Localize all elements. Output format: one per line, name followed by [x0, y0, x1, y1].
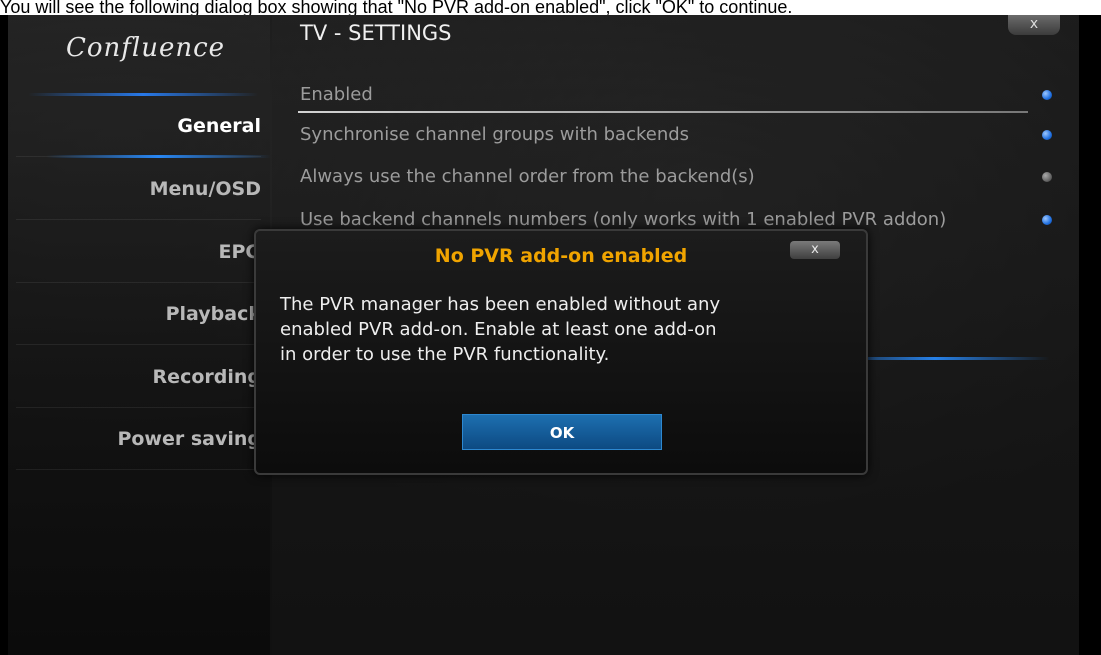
confluence-logo: Confluence — [66, 33, 226, 63]
sidebar-item-recording[interactable]: Recording — [16, 346, 261, 408]
page-title: TV - SETTINGS — [300, 21, 452, 45]
pvr-dialog: No PVR add-on enabled x The PVR manager … — [254, 229, 868, 475]
left-border — [0, 15, 8, 655]
dialog-title: No PVR add-on enabled — [434, 245, 688, 267]
setting-label: Use backend channels numbers (only works… — [300, 209, 947, 230]
sidebar: Confluence General Menu/OSD EPG Playback… — [8, 15, 271, 655]
focus-underline — [298, 111, 1028, 113]
setting-channel-order[interactable]: Always use the channel order from the ba… — [300, 161, 1052, 193]
ok-button[interactable]: OK — [462, 414, 662, 450]
right-border — [1079, 15, 1101, 655]
radio-off-icon — [1042, 172, 1052, 182]
dialog-close-button[interactable]: x — [790, 241, 840, 259]
kodi-screen: Confluence General Menu/OSD EPG Playback… — [0, 15, 1101, 655]
sidebar-item-epg[interactable]: EPG — [16, 221, 261, 283]
dialog-message-line-1: The PVR manager has been enabled without… — [280, 294, 721, 315]
setting-sync-channel-groups[interactable]: Synchronise channel groups with backends — [300, 119, 1052, 151]
window-close-button[interactable]: x — [1008, 15, 1060, 35]
radio-on-icon — [1042, 90, 1052, 100]
sidebar-item-power-saving[interactable]: Power saving — [16, 408, 261, 470]
sidebar-item-playback[interactable]: Playback — [16, 283, 261, 345]
sidebar-item-menu-osd[interactable]: Menu/OSD — [16, 158, 261, 220]
setting-label: Enabled — [300, 84, 373, 105]
setting-label: Always use the channel order from the ba… — [300, 166, 755, 187]
setting-enabled[interactable]: Enabled — [300, 79, 1052, 111]
dialog-message-line-3: in order to use the PVR functionality. — [280, 344, 610, 365]
radio-on-icon — [1042, 130, 1052, 140]
dialog-message-line-2: enabled PVR add-on. Enable at least one … — [280, 319, 717, 340]
setting-label: Synchronise channel groups with backends — [300, 124, 690, 145]
sidebar-item-general[interactable]: General — [16, 95, 271, 158]
radio-on-icon — [1042, 215, 1052, 225]
